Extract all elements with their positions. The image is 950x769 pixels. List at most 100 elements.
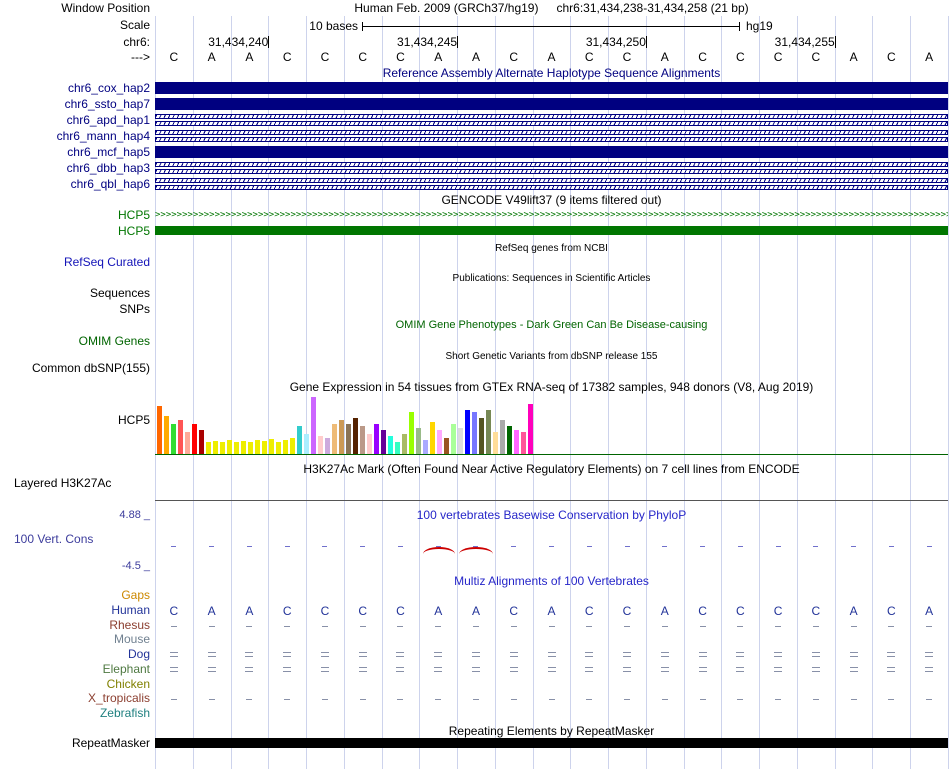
- repeatmasker-track-title[interactable]: Repeating Elements by RepeatMasker: [155, 725, 948, 738]
- gtex-bar[interactable]: [192, 424, 197, 454]
- haplotype-bar[interactable]: [155, 146, 948, 158]
- haplotype-bar-chevron[interactable]: [155, 137, 948, 142]
- dbsnp-track-title[interactable]: Short Genetic Variants from dbSNP releas…: [155, 350, 948, 363]
- omim-genes-label[interactable]: OMIM Genes: [0, 335, 150, 348]
- haplotype-bar[interactable]: [155, 98, 948, 110]
- haplotype-bar-chevron[interactable]: [155, 178, 948, 183]
- gtex-bar[interactable]: [283, 440, 288, 454]
- gtex-bar[interactable]: [423, 440, 428, 454]
- multiz-species-label[interactable]: Mouse: [0, 633, 150, 646]
- multiz-track-title[interactable]: Multiz Alignments of 100 Vertebrates: [155, 575, 948, 588]
- gtex-bar[interactable]: [276, 442, 281, 454]
- haplotype-label[interactable]: chr6_cox_hap2: [0, 82, 150, 94]
- gtex-bar[interactable]: [493, 432, 498, 454]
- gtex-bar[interactable]: [297, 426, 302, 454]
- gtex-bar[interactable]: [465, 410, 470, 454]
- publications-snps-label[interactable]: SNPs: [0, 303, 150, 316]
- gtex-bar[interactable]: [353, 418, 358, 454]
- publications-track-title[interactable]: Publications: Sequences in Scientific Ar…: [155, 272, 948, 285]
- gene-direction-arrows[interactable]: >>>>>>>>>>>>>>>>>>>>>>>>>>>>>>>>>>>>>>>>…: [155, 210, 948, 220]
- phylop-label[interactable]: 100 Vert. Cons: [14, 533, 174, 546]
- gtex-bar[interactable]: [430, 422, 435, 454]
- gtex-bar[interactable]: [346, 424, 351, 454]
- haplotype-label[interactable]: chr6_dbb_hap3: [0, 162, 150, 174]
- gtex-bar[interactable]: [290, 438, 295, 454]
- haplotype-bar-chevron[interactable]: [155, 114, 948, 119]
- gtex-bar[interactable]: [444, 438, 449, 454]
- gtex-bar[interactable]: [220, 442, 225, 454]
- gtex-bar[interactable]: [318, 436, 323, 454]
- multiz-species-label[interactable]: Rhesus: [0, 618, 150, 632]
- refseq-track-title[interactable]: RefSeq genes from NCBI: [155, 242, 948, 255]
- gtex-bar[interactable]: [332, 424, 337, 454]
- gene-bar[interactable]: [155, 226, 948, 235]
- haplotype-label[interactable]: chr6_apd_hap1: [0, 114, 150, 126]
- gtex-bar[interactable]: [325, 438, 330, 454]
- gtex-bar[interactable]: [458, 428, 463, 454]
- haplotype-bar[interactable]: [155, 82, 948, 94]
- gtex-bar[interactable]: [416, 428, 421, 454]
- gencode-track-title[interactable]: GENCODE V49lift37 (9 items filtered out): [155, 194, 948, 207]
- gtex-bar[interactable]: [479, 418, 484, 454]
- gtex-bar[interactable]: [437, 430, 442, 454]
- gtex-bar[interactable]: [269, 439, 274, 454]
- publications-sequences-label[interactable]: Sequences: [0, 287, 150, 300]
- multiz-species-label[interactable]: Gaps: [0, 589, 150, 602]
- haplotype-label[interactable]: chr6_mann_hap4: [0, 130, 150, 142]
- haplotype-track-title[interactable]: Reference Assembly Alternate Haplotype S…: [155, 67, 948, 80]
- gtex-bar[interactable]: [262, 441, 267, 454]
- gtex-bar[interactable]: [367, 434, 372, 454]
- gtex-bar[interactable]: [472, 412, 477, 454]
- multiz-species-label[interactable]: Chicken: [0, 677, 150, 691]
- gtex-bar[interactable]: [199, 430, 204, 454]
- haplotype-label[interactable]: chr6_mcf_hap5: [0, 146, 150, 158]
- gtex-bar[interactable]: [185, 432, 190, 454]
- gtex-bar[interactable]: [339, 420, 344, 454]
- gtex-bar[interactable]: [409, 412, 414, 454]
- gtex-bar[interactable]: [521, 432, 526, 454]
- haplotype-bar-chevron[interactable]: [155, 169, 948, 174]
- gtex-bar[interactable]: [395, 442, 400, 454]
- multiz-species-label[interactable]: Human: [0, 603, 150, 617]
- gencode-gene-label-2[interactable]: HCP5: [0, 225, 150, 238]
- repeatmasker-label[interactable]: RepeatMasker: [0, 737, 150, 750]
- gtex-bar[interactable]: [171, 424, 176, 454]
- h3k27ac-track-title[interactable]: H3K27Ac Mark (Often Found Near Active Re…: [155, 463, 948, 476]
- gtex-bar[interactable]: [213, 441, 218, 454]
- gtex-gene-label[interactable]: HCP5: [0, 414, 150, 427]
- gtex-track-title[interactable]: Gene Expression in 54 tissues from GTEx …: [155, 381, 948, 394]
- gtex-bar[interactable]: [507, 426, 512, 454]
- gtex-bar[interactable]: [311, 397, 316, 454]
- gtex-bar[interactable]: [157, 406, 162, 454]
- gtex-bar[interactable]: [360, 426, 365, 454]
- haplotype-label[interactable]: chr6_ssto_hap7: [0, 98, 150, 110]
- gtex-bar[interactable]: [255, 440, 260, 454]
- gencode-gene-label[interactable]: HCP5: [0, 209, 150, 222]
- haplotype-bar-chevron[interactable]: [155, 185, 948, 190]
- gtex-bar[interactable]: [486, 410, 491, 454]
- gtex-bar[interactable]: [451, 424, 456, 454]
- gtex-bar[interactable]: [234, 442, 239, 454]
- multiz-species-label[interactable]: Elephant: [0, 662, 150, 676]
- multiz-species-label[interactable]: Dog: [0, 648, 150, 661]
- multiz-species-label[interactable]: Zebrafish: [0, 707, 150, 720]
- haplotype-label[interactable]: chr6_qbl_hap6: [0, 178, 150, 190]
- gtex-bar[interactable]: [227, 440, 232, 454]
- gtex-bar[interactable]: [164, 416, 169, 454]
- gtex-bar[interactable]: [248, 442, 253, 454]
- haplotype-bar-chevron[interactable]: [155, 162, 948, 167]
- gtex-bar[interactable]: [241, 441, 246, 454]
- haplotype-bar-chevron[interactable]: [155, 130, 948, 135]
- repeatmasker-bar[interactable]: [155, 738, 948, 748]
- omim-track-title[interactable]: OMIM Gene Phenotypes - Dark Green Can Be…: [155, 319, 948, 332]
- gtex-bar[interactable]: [500, 420, 505, 454]
- gtex-bar[interactable]: [178, 420, 183, 454]
- gtex-bar[interactable]: [381, 430, 386, 454]
- multiz-species-label[interactable]: X_tropicalis: [0, 692, 150, 705]
- gtex-bar[interactable]: [304, 434, 309, 454]
- gtex-bar[interactable]: [388, 436, 393, 454]
- gtex-bar[interactable]: [514, 430, 519, 454]
- common-dbsnp-label[interactable]: Common dbSNP(155): [0, 362, 150, 375]
- refseq-curated-label[interactable]: RefSeq Curated: [0, 256, 150, 269]
- gtex-bar[interactable]: [528, 404, 533, 454]
